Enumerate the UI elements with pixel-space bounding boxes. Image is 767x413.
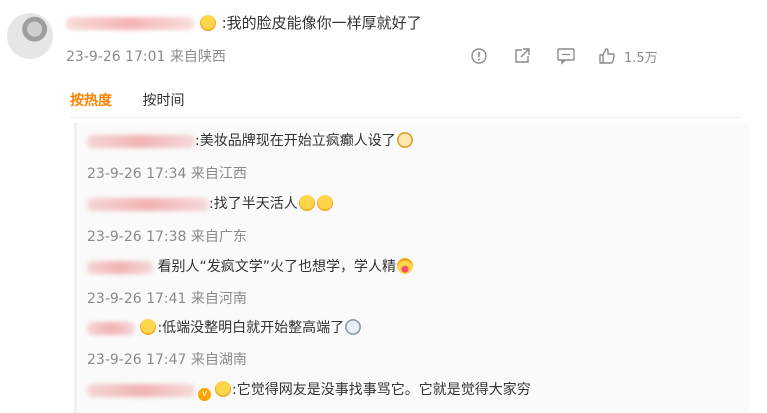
comment-location: 来自陕西 (169, 49, 226, 65)
thumbs-up-icon (599, 48, 615, 64)
report-button[interactable] (470, 44, 488, 68)
divider (70, 117, 742, 118)
reply-time: 23-9-26 17:38 (87, 229, 187, 245)
reply-time: 23-9-26 17:47 (87, 352, 187, 368)
tongue-emoji-icon (396, 258, 413, 274)
scream-emoji-icon (316, 195, 333, 211)
sort-tabs: 按热度 按时间 (70, 90, 184, 110)
reply-text: 看别人“发疯文学”火了也想学，学人精 (157, 259, 396, 275)
share-button[interactable] (513, 44, 531, 68)
info-icon (471, 48, 487, 64)
reply-location: 来自江西 (190, 166, 247, 182)
reply-item: v :它觉得网友是没事找事骂它。它就是觉得大家穷 (87, 379, 531, 401)
reply-meta: 23-9-26 17:41 来自河南 (87, 288, 247, 308)
comment-time: 23-9-26 17:01 (66, 49, 166, 65)
reply-item: :美妆品牌现在开始立疯癫人设了 (87, 130, 414, 150)
reply-location: 来自湖南 (190, 352, 247, 368)
reply-item: 看别人“发疯文学”火了也想学，学人精 (87, 256, 414, 276)
tab-time[interactable]: 按时间 (142, 93, 184, 109)
emoji-icon (215, 381, 231, 397)
comment-actions: 1.5万 (467, 44, 767, 68)
reply-location: 来自河南 (190, 291, 247, 307)
reply-meta: 23-9-26 17:34 来自江西 (87, 163, 247, 183)
reply-text: :它觉得网友是没事找事骂它。它就是觉得大家穷 (232, 382, 531, 398)
blurred-username[interactable] (87, 260, 153, 274)
sweat-emoji-icon (345, 319, 362, 335)
share-icon (515, 48, 530, 63)
reply-text: :低端没整明白就开始整高端了 (157, 320, 345, 336)
verified-badge-icon: v (198, 388, 211, 401)
blurred-username[interactable] (87, 197, 209, 211)
scream-emoji-icon (298, 195, 315, 211)
comment-text-row: :我的脸皮能像你一样厚就好了 (66, 12, 422, 33)
like-button[interactable]: 1.5万 (598, 44, 658, 68)
reply-thread: :美妆品牌现在开始立疯癫人设了 23-9-26 17:34 来自江西 :找了半天… (74, 123, 749, 413)
reply-location: 来自广东 (190, 229, 247, 245)
blurred-username[interactable] (87, 134, 195, 148)
reply-text: :美妆品牌现在开始立疯癫人设了 (195, 133, 396, 149)
reply-meta: 23-9-26 17:38 来自广东 (87, 226, 247, 246)
cat-emoji-icon (396, 132, 413, 148)
reply-text: :找了半天活人 (209, 196, 298, 212)
reply-button[interactable] (556, 44, 576, 68)
emoji-icon (140, 319, 157, 335)
reply-time: 23-9-26 17:34 (87, 166, 187, 182)
tab-hot[interactable]: 按热度 (70, 93, 112, 109)
comment-text: :我的脸皮能像你一样厚就好了 (221, 14, 422, 32)
comment-icon (557, 48, 575, 65)
comment-meta: 23-9-26 17:01 来自陕西 (66, 46, 226, 66)
reply-item: :低端没整明白就开始整高端了 (87, 317, 362, 337)
blurred-username[interactable] (87, 321, 135, 335)
reply-meta: 23-9-26 17:47 来自湖南 (87, 349, 247, 369)
reply-item: :找了半天活人 (87, 193, 334, 213)
like-count: 1.5万 (624, 50, 658, 66)
blurred-username (66, 17, 194, 30)
avatar[interactable] (7, 13, 53, 59)
blurred-username[interactable] (87, 383, 195, 397)
reply-time: 23-9-26 17:41 (87, 291, 187, 307)
emoji-icon (199, 15, 216, 31)
